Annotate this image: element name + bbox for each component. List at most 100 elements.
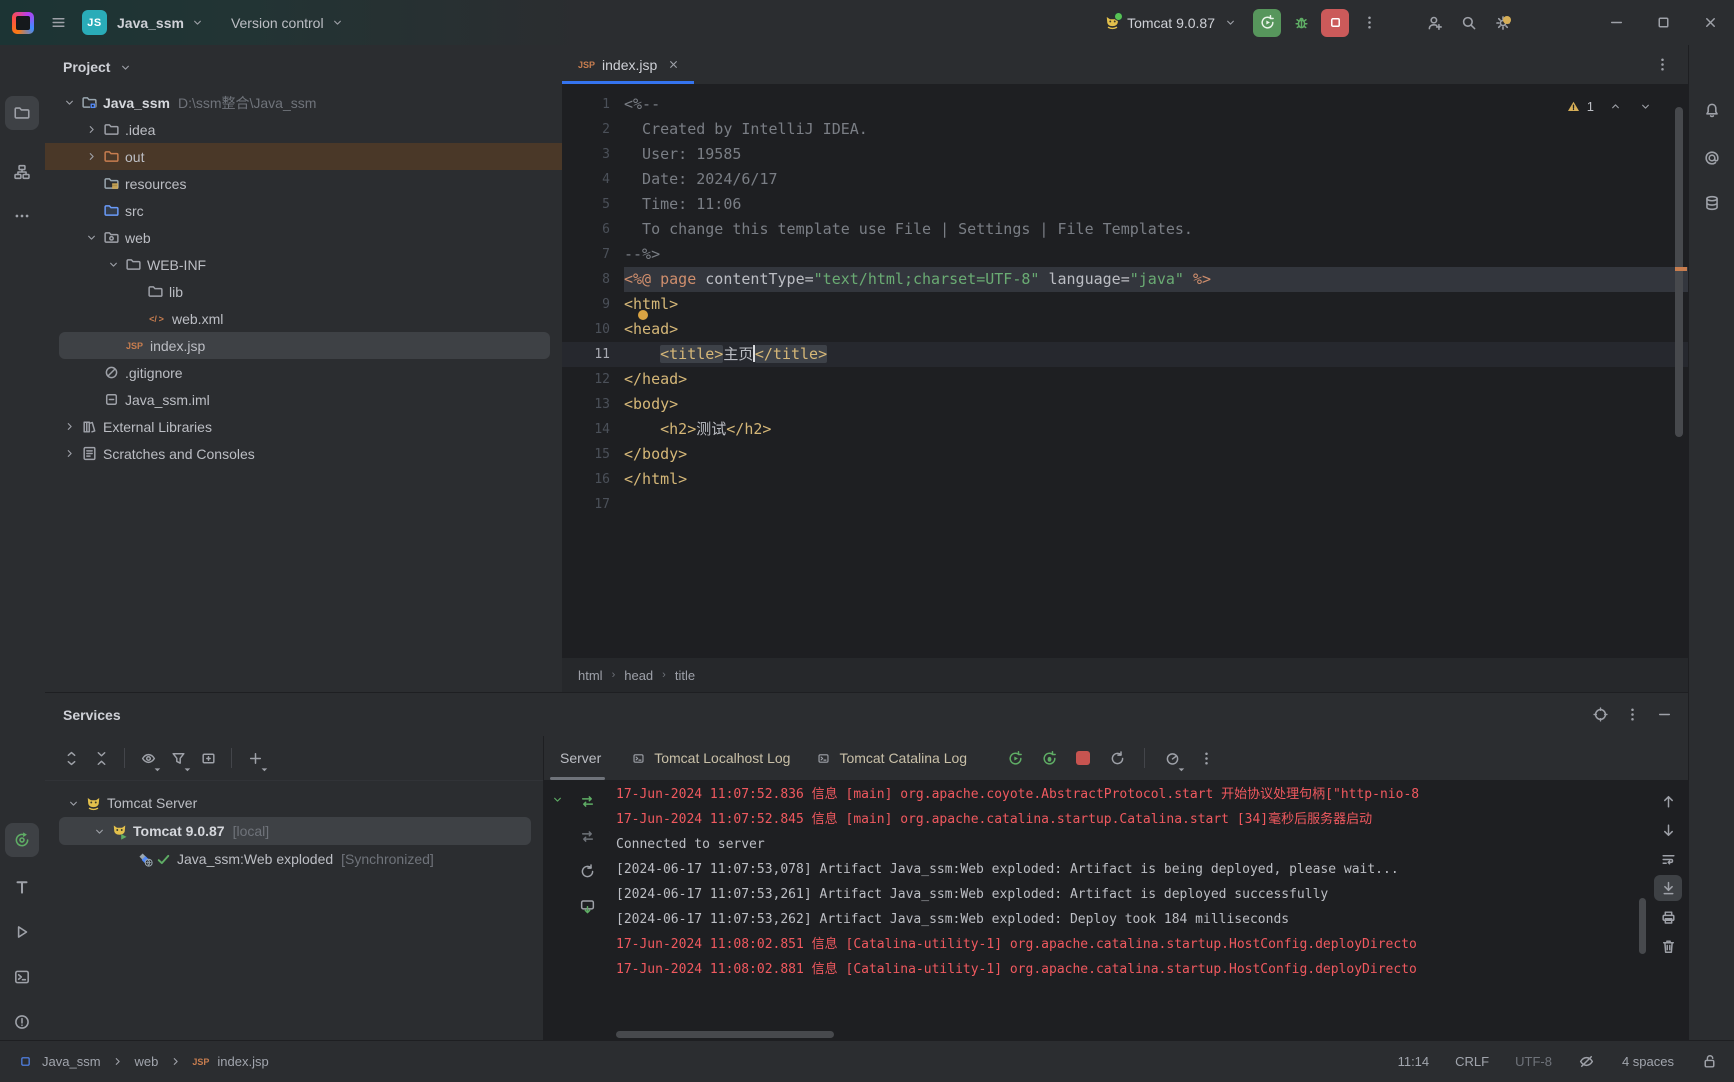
code-line-4[interactable]: 4 Date: 2024/6/17	[562, 167, 1688, 192]
caret-position[interactable]: 11:14	[1398, 1054, 1430, 1069]
tree-item-java-ssm[interactable]: Java_ssmD:\ssm整合\Java_ssm	[45, 89, 562, 116]
project-selector[interactable]: Java_ssm	[117, 14, 207, 32]
chevron-down-icon[interactable]	[61, 94, 79, 112]
chevron-right-icon[interactable]	[61, 418, 79, 436]
tree-item-index-jsp[interactable]: JSPindex.jsp	[45, 332, 562, 359]
statusbar-project[interactable]: Java_ssm	[42, 1054, 101, 1069]
services-tool-button[interactable]	[5, 823, 39, 857]
file-encoding[interactable]: UTF-8	[1515, 1054, 1552, 1069]
refresh-button[interactable]	[574, 860, 600, 882]
run-config-selector[interactable]: Tomcat 9.0.87	[1103, 14, 1239, 32]
ai-assistant-button[interactable]	[1695, 141, 1729, 175]
code-line-1[interactable]: 1<%--	[562, 92, 1688, 117]
code-line-3[interactable]: 3 User: 19585	[562, 142, 1688, 167]
chevron-down-icon[interactable]	[1636, 97, 1654, 115]
code-line-15[interactable]: 15</body>	[562, 442, 1688, 467]
kebab-button[interactable]	[1192, 744, 1220, 772]
code-line-14[interactable]: 14 <h2>测试</h2>	[562, 417, 1688, 442]
chevron-right-icon[interactable]	[83, 148, 101, 166]
service-item-tomcat-9-0-87[interactable]: Tomcat 9.0.87[local]	[45, 817, 543, 845]
main-menu-button[interactable]	[44, 9, 72, 37]
rerun-button[interactable]	[1253, 9, 1281, 37]
tab-options-button[interactable]	[1648, 51, 1676, 79]
close-icon[interactable]	[664, 56, 682, 74]
error-stripe-mark[interactable]	[1675, 267, 1687, 271]
frame-plus-button[interactable]	[194, 744, 222, 772]
code-line-13[interactable]: 13<body>	[562, 392, 1688, 417]
printer-button[interactable]	[1654, 904, 1682, 930]
database-tool-button[interactable]	[1695, 186, 1729, 220]
settings-button[interactable]	[1489, 9, 1517, 37]
structure-tool-button[interactable]	[5, 155, 39, 189]
gauge-button[interactable]	[1158, 744, 1186, 772]
tree-item-web-xml[interactable]: </ >web.xml	[45, 305, 562, 332]
minimize-button[interactable]	[1593, 0, 1640, 45]
code-line-9[interactable]: 9<html>	[562, 292, 1688, 317]
code-line-12[interactable]: 12</head>	[562, 367, 1688, 392]
rerun-button[interactable]	[1001, 744, 1029, 772]
code-line-6[interactable]: 6 To change this template use File | Set…	[562, 217, 1688, 242]
chevron-down-icon[interactable]	[83, 229, 101, 247]
lock-open-icon[interactable]	[1700, 1053, 1718, 1071]
more-tool-windows-button[interactable]	[5, 199, 39, 233]
line-ending[interactable]: CRLF	[1455, 1054, 1489, 1069]
arrow-down-button[interactable]	[1654, 817, 1682, 843]
code-line-8[interactable]: 8<%@ page contentType="text/html;charset…	[562, 267, 1688, 292]
tree-item-java-ssm-iml[interactable]: Java_ssm.iml	[45, 386, 562, 413]
minimize-button[interactable]	[1650, 701, 1678, 729]
build-tool-button[interactable]	[5, 870, 39, 904]
trash-button[interactable]	[1654, 933, 1682, 959]
target-button[interactable]	[1586, 701, 1614, 729]
arrow-up-button[interactable]	[1654, 788, 1682, 814]
tree-item--gitignore[interactable]: .gitignore	[45, 359, 562, 386]
problems-tool-button[interactable]	[5, 1005, 39, 1039]
code-line-7[interactable]: 7--%>	[562, 242, 1688, 267]
scroll-end-button[interactable]	[1654, 875, 1682, 901]
chevron-down-icon[interactable]	[65, 794, 83, 812]
refresh-button[interactable]	[1103, 744, 1131, 772]
code-line-16[interactable]: 16</html>	[562, 467, 1688, 492]
service-item-tomcat-server[interactable]: Tomcat Server	[45, 789, 543, 817]
code-line-17[interactable]: 17	[562, 492, 1688, 517]
console-down-button[interactable]	[574, 895, 600, 917]
chevron-down-icon[interactable]	[105, 256, 123, 274]
service-item-java-ssm-web-exploded[interactable]: Java_ssm:Web exploded[Synchronized]	[45, 845, 543, 873]
chevron-down-icon[interactable]	[91, 822, 109, 840]
chevron-up-icon[interactable]	[1606, 97, 1624, 115]
breadcrumb-html[interactable]: html	[578, 668, 603, 683]
run-more-button[interactable]	[1355, 9, 1383, 37]
console-hscrollbar[interactable]	[616, 1031, 834, 1038]
code-line-2[interactable]: 2 Created by IntelliJ IDEA.	[562, 117, 1688, 142]
console-tab-tomcat-localhost-log[interactable]: Tomcat Localhost Log	[617, 736, 802, 780]
wrap-button[interactable]	[1654, 846, 1682, 872]
funnel-button[interactable]	[164, 744, 192, 772]
sync-button[interactable]	[574, 825, 600, 847]
tree-item-resources[interactable]: resources	[45, 170, 562, 197]
code-with-me-button[interactable]	[1421, 9, 1449, 37]
terminal-tool-button[interactable]	[5, 960, 39, 994]
editor-tab-index-jsp[interactable]: JSP index.jsp	[562, 45, 694, 84]
tree-item-scratches-and-consoles[interactable]: Scratches and Consoles	[45, 440, 562, 467]
code-line-5[interactable]: 5 Time: 11:06	[562, 192, 1688, 217]
plus-button[interactable]	[241, 744, 269, 772]
notifications-button[interactable]	[1695, 93, 1729, 127]
search-everywhere-button[interactable]	[1455, 9, 1483, 37]
kebab-button[interactable]	[1618, 701, 1646, 729]
tree-item-external-libraries[interactable]: External Libraries	[45, 413, 562, 440]
console-vscrollbar[interactable]	[1639, 898, 1646, 954]
code-line-10[interactable]: 10<head>	[562, 317, 1688, 342]
project-tool-button[interactable]	[5, 96, 39, 130]
tree-item-src[interactable]: src	[45, 197, 562, 224]
indent-setting[interactable]: 4 spaces	[1622, 1054, 1674, 1069]
debug-button[interactable]	[1287, 9, 1315, 37]
eye-button[interactable]	[134, 744, 162, 772]
chevron-right-icon[interactable]	[83, 121, 101, 139]
console-tab-tomcat-catalina-log[interactable]: Tomcat Catalina Log	[802, 736, 979, 780]
stop-square-button[interactable]	[1069, 744, 1097, 772]
tree-item-lib[interactable]: lib	[45, 278, 562, 305]
statusbar-folder[interactable]: web	[135, 1054, 159, 1069]
tree-item-out[interactable]: out	[45, 143, 562, 170]
inspection-widget[interactable]: 1	[1565, 97, 1654, 115]
run-tool-button[interactable]	[5, 915, 39, 949]
expand-all-button[interactable]	[57, 744, 85, 772]
